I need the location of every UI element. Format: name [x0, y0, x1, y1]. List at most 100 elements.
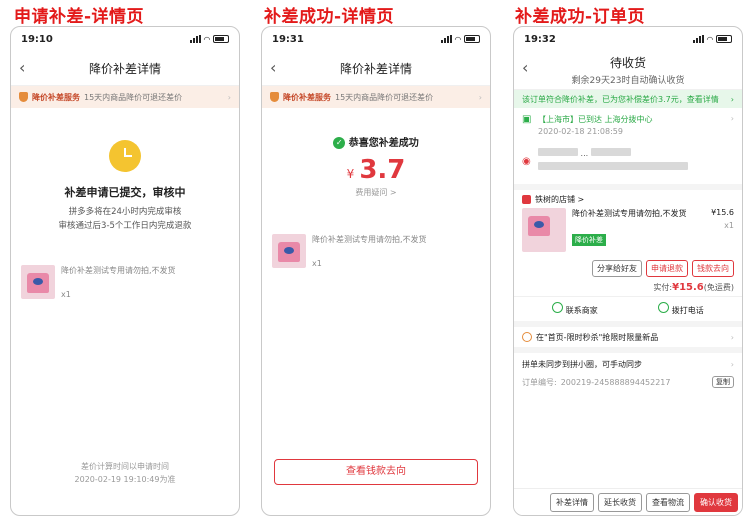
status-bar: 19:31 ◠ — [262, 27, 490, 51]
chat-icon — [552, 302, 564, 313]
shield-icon — [270, 92, 279, 102]
page-title: 待收货 — [609, 56, 646, 70]
product-thumbnail — [21, 265, 55, 299]
success-text: 恭喜您补差成功 — [348, 138, 419, 149]
product-item[interactable]: 降价补差测试专用请勿拍,不发货 x1 — [11, 265, 239, 299]
contact-seller-button[interactable]: 联系商家 — [552, 302, 598, 316]
product-qty: x1 — [724, 221, 734, 230]
status-bar: 19:10 ◠ — [11, 27, 239, 51]
logistics-text: 【上海市】已到达 上海分拨中心 — [538, 115, 653, 124]
status-bar: 19:32 ◠ — [514, 27, 742, 51]
view-logistics-button[interactable]: 查看物流 — [646, 492, 690, 512]
money-flow-button[interactable]: 钱款去向 — [692, 259, 734, 277]
contact-row: 联系商家 拨打电话 — [514, 296, 742, 321]
nav-bar: ‹ 降价补差详情 — [262, 51, 490, 86]
chevron-right-icon: › — [730, 114, 734, 123]
phone-success-order: 19:32 ◠ ‹ 待收货 剩余29天23时自动确认收货 该订单符合降价补差，已… — [513, 26, 743, 516]
back-icon[interactable]: ‹ — [270, 58, 276, 77]
chevron-right-icon: › — [730, 332, 734, 342]
paid-amount: ¥15.6 — [672, 281, 704, 293]
status-icons: ◠ — [189, 34, 229, 44]
status-time: 19:32 — [524, 33, 556, 45]
page-title: 降价补差详情 — [339, 61, 412, 76]
wifi-icon: ◠ — [203, 34, 210, 44]
blurred-phone — [590, 148, 631, 156]
group-sync-row[interactable]: 拼单未同步到拼小圈，可手动同步 › — [514, 353, 742, 375]
address-partial: ... — [580, 149, 589, 158]
product-thumbnail — [522, 208, 566, 252]
compensation-text: 该订单符合降价补差，已为您补偿差价3.7元，查看详情 — [522, 94, 719, 104]
status-time: 19:31 — [272, 33, 304, 45]
footer-note-2: 2020-02-19 19:10:49为准 — [74, 475, 176, 484]
signal-icon — [692, 35, 704, 43]
paid-label: 实付: — [653, 282, 673, 292]
copy-button[interactable]: 复制 — [712, 376, 734, 388]
service-banner[interactable]: 降价补差服务 15天内商品降价可退还差价 › — [11, 86, 239, 108]
check-icon: ✓ — [333, 137, 346, 149]
wifi-icon: ◠ — [706, 34, 713, 44]
product-price: ¥15.6 — [711, 208, 734, 217]
call-button[interactable]: 拨打电话 — [658, 302, 704, 316]
product-qty: x1 — [61, 290, 71, 299]
banner-title: 降价补差服务 — [32, 92, 80, 102]
logistics-row[interactable]: ▣ 【上海市】已到达 上海分拨中心 2020-02-18 21:08:59 › — [514, 108, 742, 144]
banner-desc: 15天内商品降价可退还差价 — [335, 92, 434, 102]
price-protect-tag: 降价补差 — [572, 234, 606, 246]
product-item[interactable]: 降价补差测试专用请勿拍,不发货 x1 — [262, 234, 490, 268]
order-action-row: 分享给好友 申请退款 钱款去向 — [514, 258, 742, 278]
banner-title: 降价补差服务 — [283, 92, 331, 102]
caption-success-detail: 补差成功-详情页 — [264, 7, 395, 27]
order-product[interactable]: 降价补差测试专用请勿拍,不发货 ¥15.6 x1 降价补差 — [514, 208, 742, 258]
paid-note: (免运费) — [703, 282, 734, 292]
chevron-right-icon: › — [227, 92, 231, 102]
phone-success-detail: 19:31 ◠ ‹ 降价补差详情 降价补差服务 15天内商品降价可退还差价 › … — [261, 26, 491, 516]
chevron-right-icon: › — [730, 359, 734, 369]
service-banner[interactable]: 降价补差服务 15天内商品降价可退还差价 › — [262, 86, 490, 108]
extend-receipt-button[interactable]: 延长收货 — [598, 492, 642, 512]
battery-icon — [464, 35, 480, 43]
status-icons: ◠ — [692, 34, 732, 44]
back-icon[interactable]: ‹ — [19, 58, 25, 77]
auto-confirm-note: 剩余29天23时自动确认收货 — [571, 76, 685, 86]
share-button[interactable]: 分享给好友 — [592, 259, 642, 277]
fee-question-link[interactable]: 费用疑问 > — [262, 187, 490, 198]
amount-value: 3.7 — [359, 155, 406, 185]
product-thumbnail — [272, 234, 306, 268]
blurred-address — [538, 162, 688, 170]
chevron-right-icon: › — [730, 94, 734, 104]
compensation-notice[interactable]: 该订单符合降价补差，已为您补偿差价3.7元，查看详情 › — [514, 90, 742, 108]
battery-icon — [716, 35, 732, 43]
flash-sale-icon — [522, 332, 532, 342]
order-number-label: 订单编号: — [522, 377, 557, 387]
status-line-1: 拼多多将在24小时内完成审核 — [68, 207, 182, 217]
currency-symbol: ¥ — [346, 167, 355, 181]
signal-icon — [440, 35, 452, 43]
back-icon[interactable]: ‹ — [522, 58, 528, 77]
order-number: 200219-245888894452217 — [560, 377, 671, 387]
contact-seller-label: 联系商家 — [565, 306, 598, 315]
bottom-action-bar: 补差详情 延长收货 查看物流 确认收货 — [514, 488, 742, 515]
order-number-row: 订单编号: 200219-245888894452217 复制 — [514, 375, 742, 389]
promo-row[interactable]: 在"首页-限时秒杀"抢限时限量新品 › — [514, 327, 742, 347]
signal-icon — [189, 35, 201, 43]
caption-success-order: 补差成功-订单页 — [515, 7, 646, 27]
apply-refund-button[interactable]: 申请退款 — [646, 259, 688, 277]
phone-icon — [658, 302, 670, 313]
product-name: 降价补差测试专用请勿拍,不发货 — [61, 266, 176, 275]
logistics-time: 2020-02-18 21:08:59 — [538, 127, 623, 136]
confirm-receipt-button[interactable]: 确认收货 — [694, 492, 738, 512]
price-protect-detail-button[interactable]: 补差详情 — [550, 492, 594, 512]
phone-apply-detail: 19:10 ◠ ‹ 降价补差详情 降价补差服务 15天内商品降价可退还差价 › … — [10, 26, 240, 516]
shield-icon — [19, 92, 28, 102]
refund-amount: ¥ 3.7 — [262, 155, 490, 185]
store-icon — [522, 194, 531, 204]
view-money-flow-button[interactable]: 查看钱款去向 — [274, 459, 478, 485]
chevron-right-icon: › — [478, 92, 482, 102]
product-qty: x1 — [312, 259, 322, 268]
status-title: 补差申请已提交，审核中 — [64, 186, 186, 199]
store-row[interactable]: 铁树的店铺 > — [514, 190, 742, 208]
group-sync-text: 拼单未同步到拼小圈，可手动同步 — [522, 359, 642, 369]
product-name: 降价补差测试专用请勿拍,不发货 — [312, 235, 427, 244]
banner-desc: 15天内商品降价可退还差价 — [84, 92, 183, 102]
call-label: 拨打电话 — [671, 306, 704, 315]
